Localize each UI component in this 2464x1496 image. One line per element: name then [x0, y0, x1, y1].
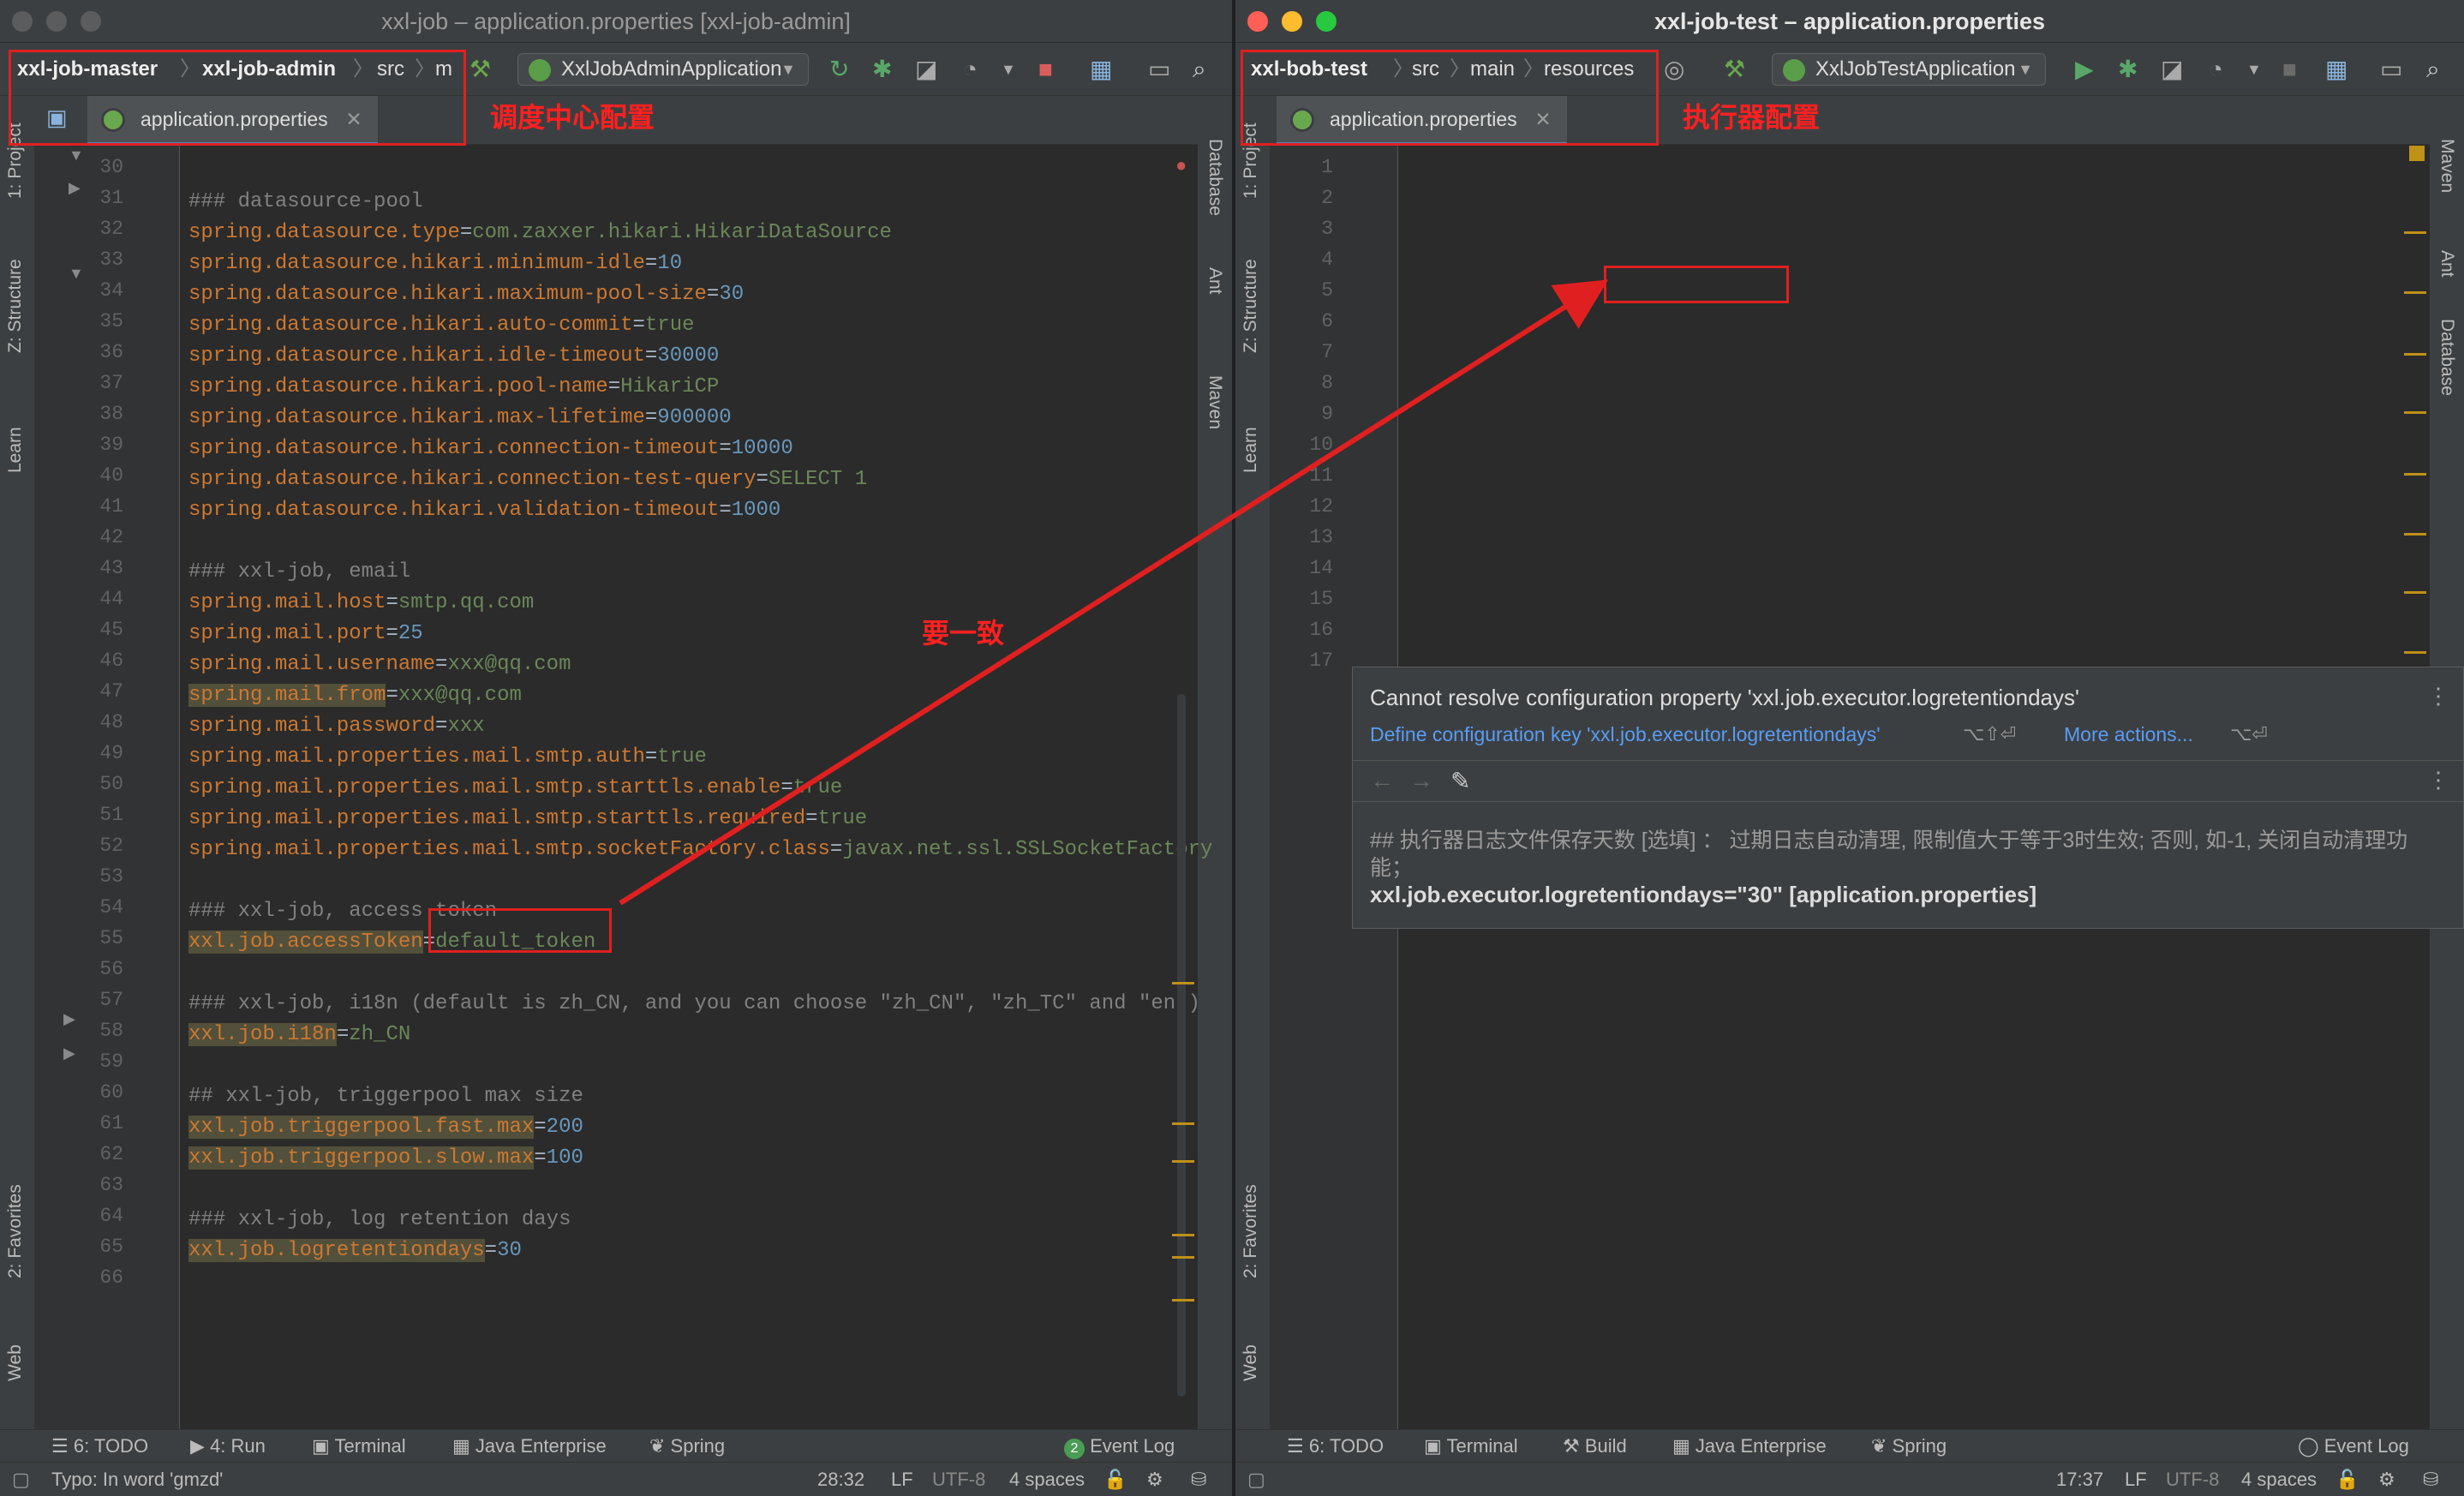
annotation-arrow-line [619, 279, 1609, 906]
annotation-arrow [619, 279, 1609, 906]
